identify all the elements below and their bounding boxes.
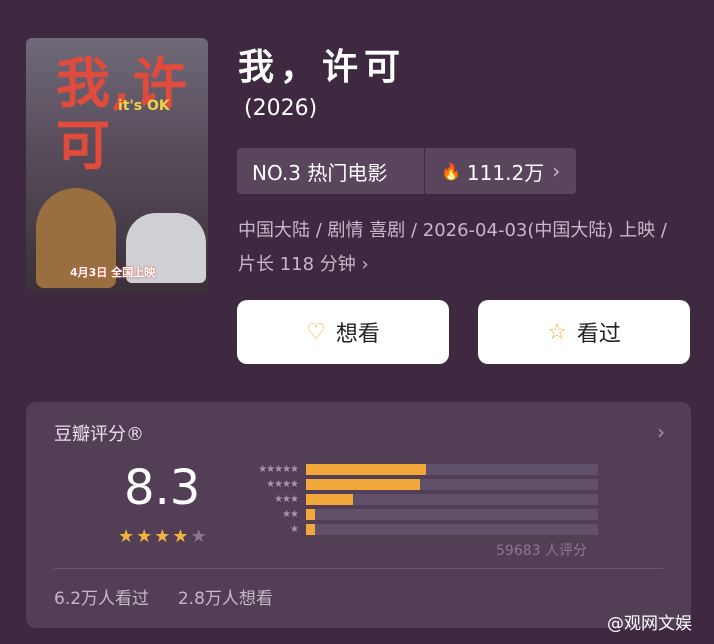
poster-subtitle: it's OK — [118, 98, 170, 114]
distribution-bar — [306, 464, 426, 475]
star-filled-icon: ★ — [136, 526, 155, 547]
star-empty-icon: ★ — [190, 526, 209, 547]
heat-value: 111.2万 — [466, 160, 545, 185]
distribution-bar — [306, 524, 315, 535]
heart-plus-icon: ♡ — [306, 319, 326, 345]
distribution-track — [306, 494, 598, 505]
rank-bar[interactable]: NO.3 热门电影 🔥 111.2万 › — [237, 148, 576, 194]
distribution-row: ★★★ — [232, 492, 598, 507]
chevron-right-icon: › — [552, 159, 561, 183]
rating-label: 豆瓣评分® — [54, 424, 144, 445]
want-to-watch-button[interactable]: ♡ 想看 — [237, 300, 449, 364]
movie-poster[interactable]: 我,许可 it's OK 4月3日 全国上映 — [26, 38, 208, 292]
distribution-bar — [306, 479, 420, 490]
distribution-row: ★ — [232, 522, 598, 537]
rating-score: 8.3 — [124, 460, 201, 516]
star-outline-icon: ☆ — [547, 319, 567, 345]
distribution-stars-icon: ★★ — [282, 509, 299, 520]
poster-title: 我,许可 — [56, 51, 189, 177]
distribution-stars-icon: ★★★ — [274, 494, 299, 505]
distribution-bar — [306, 494, 353, 505]
star-filled-icon: ★ — [172, 526, 191, 547]
movie-year: (2026) — [244, 96, 318, 121]
star-filled-icon: ★ — [118, 526, 137, 547]
poster-release-text: 4月3日 全国上映 — [70, 266, 156, 279]
movie-info-text: 中国大陆 / 剧情 喜剧 / 2026-04-03(中国大陆) 上映 / 片长 … — [238, 220, 667, 275]
distribution-track — [306, 509, 598, 520]
divider — [54, 568, 663, 569]
distribution-row: ★★ — [232, 507, 598, 522]
distribution-track — [306, 479, 598, 490]
distribution-row: ★★★★ — [232, 477, 598, 492]
flame-icon: 🔥 — [441, 161, 461, 181]
distribution-track — [306, 464, 598, 475]
star-filled-icon: ★ — [154, 526, 173, 547]
rating-stars: ★★★★★ — [118, 526, 209, 547]
chevron-right-icon: › — [361, 254, 369, 275]
seen-label: 看过 — [576, 322, 621, 347]
rank-label: NO.3 热门电影 — [252, 160, 388, 185]
distribution-bar — [306, 509, 315, 520]
watermark: @观网文娱 — [607, 614, 692, 634]
rating-count: 59683 人评分 — [496, 543, 587, 559]
watched-button[interactable]: ☆ 看过 — [478, 300, 690, 364]
distribution-stars-icon: ★★★★ — [266, 479, 299, 490]
want-count: 2.8万人想看 — [177, 589, 273, 609]
movie-title: 我，许可 — [238, 47, 407, 88]
rating-card[interactable]: 豆瓣评分® › 8.3 ★★★★★ ★★★★★ ★★★★ ★★★ ★★ ★ 59683 … — [26, 402, 691, 628]
seen-count: 6.2万人看过 — [54, 589, 150, 609]
distribution-row: ★★★★★ — [232, 462, 598, 477]
movie-info[interactable]: 中国大陆 / 剧情 喜剧 / 2026-04-03(中国大陆) 上映 / 片长 … — [238, 214, 688, 282]
want-label: 想看 — [335, 322, 380, 347]
audience-stats: 6.2万人看过 2.8万人想看 — [54, 584, 273, 609]
distribution-track — [306, 524, 598, 535]
heat-indicator[interactable]: 🔥 111.2万 › — [425, 157, 560, 186]
distribution-stars-icon: ★ — [290, 524, 299, 535]
distribution-stars-icon: ★★★★★ — [258, 464, 299, 475]
chevron-right-icon[interactable]: › — [657, 420, 665, 444]
rating-distribution: ★★★★★ ★★★★ ★★★ ★★ ★ — [232, 462, 598, 537]
